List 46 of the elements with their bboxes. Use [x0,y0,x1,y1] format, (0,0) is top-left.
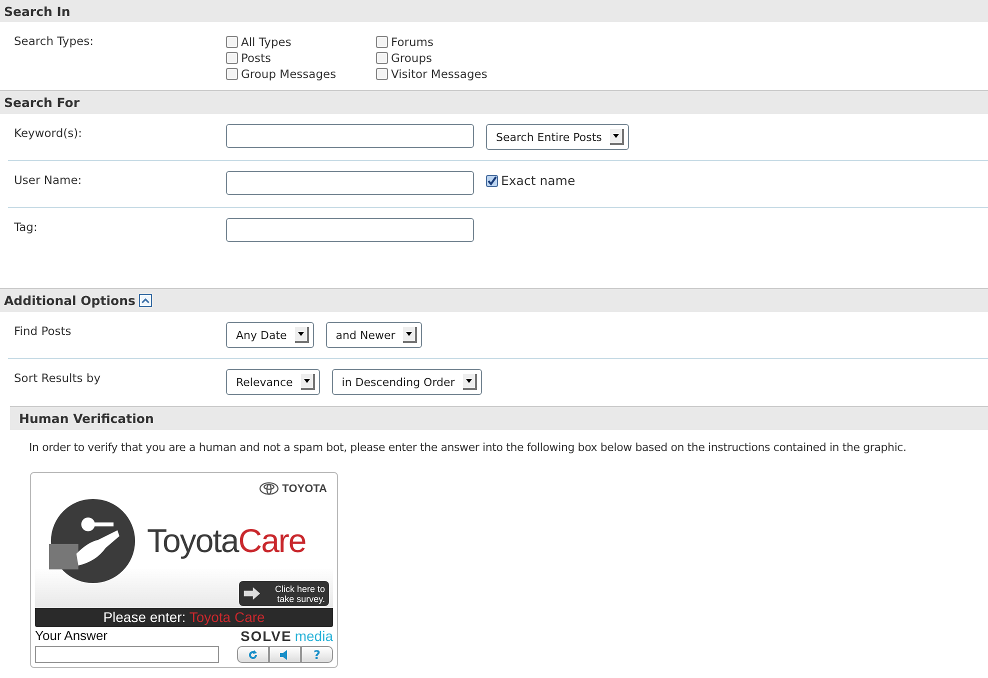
field-label: Find Posts [14,323,72,338]
section-title: Additional Options [4,293,136,308]
provider-logo: SOLVE media [240,628,333,644]
field-label: Search Types: [14,34,94,50]
checkbox[interactable] [486,174,498,186]
checkbox-option[interactable]: Posts [226,50,376,66]
audio-button[interactable] [269,646,301,663]
refresh-icon [247,648,259,660]
dropdown[interactable]: Any Date [226,322,314,348]
checkbox-option[interactable]: Groups [376,50,536,66]
dropdown[interactable]: and Newer [326,322,422,348]
checkbox[interactable] [226,52,238,64]
field-label: User Name: [14,172,83,187]
checkbox-option[interactable]: Forums [376,34,536,50]
input-field[interactable] [226,171,474,195]
checkbox[interactable] [376,52,388,64]
answer-field[interactable] [35,646,219,663]
answer-label: Your Answer [35,628,109,643]
field-label: Sort Results by [14,370,102,385]
arrow-icon [243,586,261,601]
checkbox-option[interactable]: Exact name [486,173,576,188]
ad-headline: ToyotaCare [147,522,306,560]
checkbox[interactable] [226,36,238,48]
section-title: Human Verification [18,411,154,426]
collapse-toggle-icon[interactable] [139,294,152,307]
input-field[interactable] [226,218,474,242]
input-field[interactable] [226,124,474,148]
checkbox[interactable] [376,68,388,80]
field-label: Tag: [14,219,38,234]
field-label: Keyword(s): [14,125,83,140]
checkbox-option[interactable]: Group Messages [226,66,376,82]
brand-text: TOYOTA [282,482,327,494]
section-title: Search For [4,95,80,110]
dropdown[interactable]: in Descending Order [332,369,482,395]
checkbox[interactable] [376,36,388,48]
section-title: Search In [4,4,70,18]
dropdown[interactable]: Search Entire Posts [486,124,629,150]
checkbox[interactable] [226,68,238,80]
captcha-prompt: Please enter: Toyota Care [35,608,333,627]
oval-logo-icon [259,482,280,495]
survey-button[interactable]: Click here to take survey. [239,581,329,606]
dropdown[interactable]: Relevance [226,369,320,395]
instructions-text: In order to verify that you are a human and not a spam bot, please enter the answer into the following box below based on the instructions contained in the graphic. [29,440,908,456]
checkbox-option[interactable]: Visitor Messages [376,66,536,82]
checkbox-option[interactable]: All Types [226,34,376,50]
refresh-button[interactable] [237,646,269,663]
